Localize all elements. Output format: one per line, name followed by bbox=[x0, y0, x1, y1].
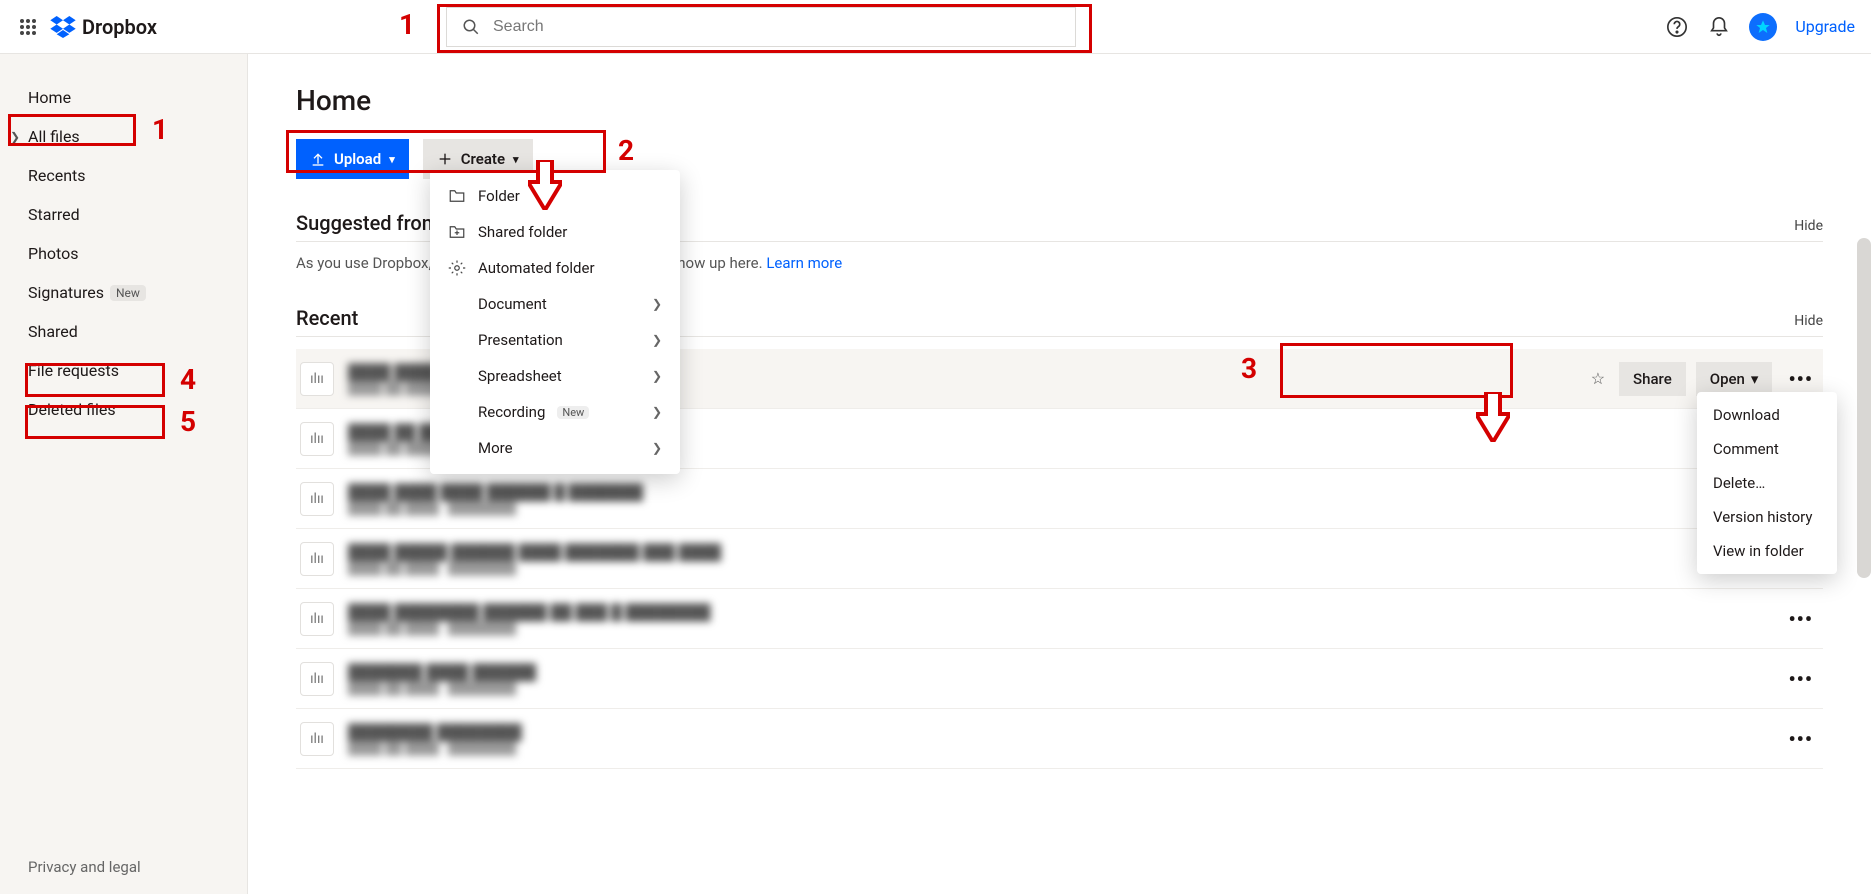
sidebar-item-deleted-files[interactable]: Deleted files bbox=[0, 390, 247, 429]
more-actions-button[interactable]: ••• bbox=[1782, 367, 1819, 391]
sidebar-item-label: Recents bbox=[28, 166, 86, 185]
ctx-version-history[interactable]: Version history bbox=[1697, 500, 1837, 534]
sidebar-item-label: Home bbox=[28, 88, 71, 107]
recent-file-row[interactable]: ılıı ████ ████████ ██████ ██ ███ █ █████… bbox=[296, 589, 1823, 649]
recent-file-row[interactable]: ılıı ████████ ████████████ ██ ████ · ███… bbox=[296, 709, 1823, 769]
help-icon[interactable] bbox=[1665, 15, 1689, 39]
brand-name: Dropbox bbox=[82, 15, 157, 39]
menu-item-automated-folder[interactable]: Automated folder bbox=[430, 250, 680, 286]
chevron-down-icon: ▾ bbox=[389, 153, 395, 166]
ctx-view-in-folder[interactable]: View in folder bbox=[1697, 534, 1837, 568]
audio-file-icon: ılıı bbox=[300, 722, 334, 756]
ctx-comment[interactable]: Comment bbox=[1697, 432, 1837, 466]
more-actions-button[interactable]: ••• bbox=[1782, 607, 1819, 631]
learn-more-link[interactable]: Learn more bbox=[766, 254, 842, 272]
menu-item-document[interactable]: Document ❯ bbox=[430, 286, 680, 322]
audio-file-icon: ılıı bbox=[300, 362, 334, 396]
upgrade-link[interactable]: Upgrade bbox=[1795, 17, 1855, 36]
ctx-delete[interactable]: Delete… bbox=[1697, 466, 1837, 500]
sidebar-item-file-requests[interactable]: File requests bbox=[0, 351, 247, 390]
shared-folder-icon bbox=[448, 223, 466, 241]
menu-item-recording[interactable]: Recording New ❯ bbox=[430, 394, 680, 430]
recent-section-title: Recent bbox=[296, 306, 358, 330]
hide-recent-link[interactable]: Hide bbox=[1794, 313, 1823, 329]
search-input[interactable] bbox=[493, 18, 1063, 36]
share-button[interactable]: Share bbox=[1619, 362, 1686, 396]
recent-file-row[interactable]: ılıı ████ █████ ██████ ████ ███████ ███ … bbox=[296, 529, 1823, 589]
sidebar-item-label: All files bbox=[28, 127, 80, 146]
notification-bell-icon[interactable] bbox=[1707, 15, 1731, 39]
menu-item-more[interactable]: More ❯ bbox=[430, 430, 680, 466]
sidebar-item-label: Deleted files bbox=[28, 400, 116, 419]
chevron-down-icon: ▾ bbox=[513, 153, 519, 166]
file-context-menu: Download Comment Delete… Version history… bbox=[1697, 392, 1837, 574]
recent-file-row[interactable]: ılıı ████ ████ ████ ██████ █ ███████████… bbox=[296, 469, 1823, 529]
audio-file-icon: ılıı bbox=[300, 422, 334, 456]
sidebar-item-label: Starred bbox=[28, 205, 80, 224]
folder-icon bbox=[448, 187, 466, 205]
sidebar-item-label: Shared bbox=[28, 322, 78, 341]
create-button-label: Create bbox=[461, 150, 505, 168]
menu-item-spreadsheet[interactable]: Spreadsheet ❯ bbox=[430, 358, 680, 394]
account-avatar[interactable] bbox=[1749, 13, 1777, 41]
create-dropdown-menu: Folder Shared folder Automated folder Do… bbox=[430, 170, 680, 474]
chevron-right-icon: ❯ bbox=[652, 297, 662, 311]
star-icon[interactable]: ☆ bbox=[1591, 369, 1605, 388]
dropbox-logo[interactable]: Dropbox bbox=[50, 15, 157, 39]
audio-file-icon: ılıı bbox=[300, 662, 334, 696]
audio-file-icon: ılıı bbox=[300, 602, 334, 636]
sidebar-item-label: Photos bbox=[28, 244, 79, 263]
chevron-right-icon: ❯ bbox=[10, 130, 20, 144]
menu-item-presentation[interactable]: Presentation ❯ bbox=[430, 322, 680, 358]
page-title: Home bbox=[296, 84, 1823, 117]
sidebar-item-home[interactable]: Home bbox=[0, 78, 247, 117]
chevron-right-icon: ❯ bbox=[652, 441, 662, 455]
menu-item-folder[interactable]: Folder bbox=[430, 178, 680, 214]
apps-grid-icon[interactable] bbox=[16, 15, 40, 39]
new-badge: New bbox=[110, 285, 146, 301]
menu-item-shared-folder[interactable]: Shared folder bbox=[430, 214, 680, 250]
file-meta: ████ ████████ ██████ ██ ███ █ ██████████… bbox=[348, 603, 1768, 635]
sidebar-item-recents[interactable]: Recents bbox=[0, 156, 247, 195]
more-actions-button[interactable]: ••• bbox=[1782, 727, 1819, 751]
open-button[interactable]: Open▾ bbox=[1696, 362, 1773, 396]
file-meta: ███████ ████ ██████████ ██ ████ · ██████… bbox=[348, 663, 1768, 695]
chevron-right-icon: ❯ bbox=[652, 405, 662, 419]
chevron-right-icon: ❯ bbox=[652, 369, 662, 383]
privacy-legal-link[interactable]: Privacy and legal bbox=[0, 840, 247, 894]
sidebar-item-all-files[interactable]: ❯ All files bbox=[0, 117, 247, 156]
upload-button[interactable]: Upload ▾ bbox=[296, 139, 409, 179]
audio-file-icon: ılıı bbox=[300, 542, 334, 576]
sidebar-item-signatures[interactable]: Signatures New bbox=[0, 273, 247, 312]
automated-folder-icon bbox=[448, 259, 466, 277]
audio-file-icon: ılıı bbox=[300, 482, 334, 516]
sidebar-item-shared[interactable]: Shared bbox=[0, 312, 247, 351]
hide-suggested-link[interactable]: Hide bbox=[1794, 218, 1823, 234]
search-box[interactable] bbox=[446, 7, 1076, 47]
chevron-down-icon: ▾ bbox=[1751, 370, 1759, 388]
search-icon bbox=[459, 15, 483, 39]
sidebar-item-starred[interactable]: Starred bbox=[0, 195, 247, 234]
sidebar-item-label: File requests bbox=[28, 361, 119, 380]
chevron-right-icon: ❯ bbox=[652, 333, 662, 347]
sidebar-item-label: Signatures bbox=[28, 283, 104, 302]
file-meta: ████ █████ ██████ ████ ███████ ███ █████… bbox=[348, 543, 1819, 575]
new-badge: New bbox=[557, 406, 589, 419]
recent-file-row[interactable]: ılıı ███████ ████ ██████████ ██ ████ · █… bbox=[296, 649, 1823, 709]
ctx-download[interactable]: Download bbox=[1697, 398, 1837, 432]
vertical-scrollbar[interactable] bbox=[1857, 238, 1871, 578]
file-meta: ████ ████ ████ ██████ █ ███████████ ██ █… bbox=[348, 483, 1819, 515]
sidebar-item-photos[interactable]: Photos bbox=[0, 234, 247, 273]
file-meta: ████████ ████████████ ██ ████ · ████████ bbox=[348, 723, 1768, 755]
upload-button-label: Upload bbox=[334, 150, 381, 168]
more-actions-button[interactable]: ••• bbox=[1782, 667, 1819, 691]
